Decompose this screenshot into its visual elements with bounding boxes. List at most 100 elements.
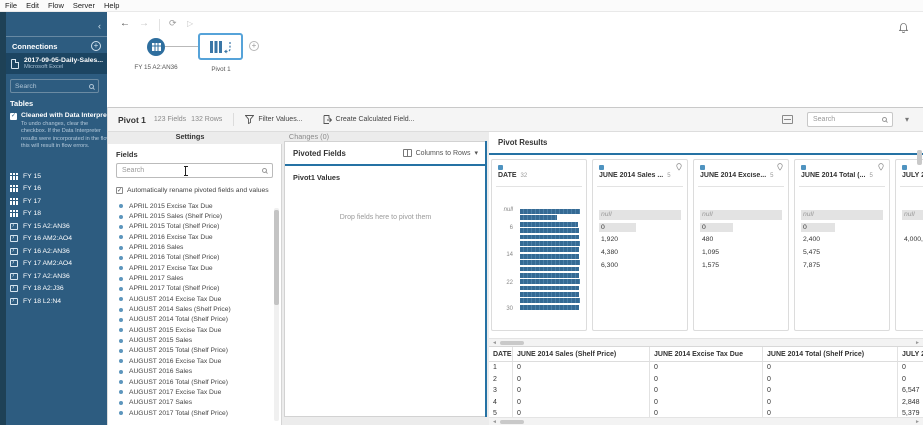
run-flow-icon[interactable]: ▷ [187,19,193,28]
histogram-bar[interactable] [520,241,580,246]
menu-item-file[interactable]: File [5,1,17,10]
card-value-row[interactable]: 0 [700,223,782,233]
grid-header-cell[interactable]: JUNE 2014 Sales (Shelf Price) [513,347,650,362]
auto-rename-checkbox[interactable]: ✓ [116,187,123,194]
histogram-bar[interactable] [520,228,579,233]
table-list-item[interactable]: FY 16 AM2:AO4 [10,233,107,246]
card-value-row[interactable]: 1,095 [700,248,782,258]
histogram-bar[interactable] [520,247,579,252]
field-list-item[interactable]: APRIL 2017 Sales [116,273,273,283]
redo-icon[interactable]: → [139,18,149,29]
field-list-item[interactable]: APRIL 2015 Excise Tax Due [116,201,273,211]
field-list-item[interactable]: AUGUST 2016 Sales [116,367,273,377]
alerts-bell-icon[interactable] [898,22,909,34]
card-value-row[interactable]: 1,575 [700,261,782,271]
pivot-mode-dropdown[interactable]: Columns to Rows ▾ [403,149,478,157]
fields-search-input[interactable]: Search [116,163,273,178]
field-list-item[interactable]: AUGUST 2015 Excise Tax Due [116,325,273,335]
card-value-row[interactable]: 6,300 [599,261,681,271]
field-list-item[interactable]: AUGUST 2014 Total (Shelf Price) [116,315,273,325]
field-list-item[interactable]: AUGUST 2015 Sales [116,335,273,345]
histogram-bar[interactable] [520,279,580,284]
pin-icon[interactable] [777,163,783,171]
collapse-pane-icon[interactable]: ▾ [905,115,909,124]
field-list-item[interactable]: APRIL 2017 Total (Shelf Price) [116,284,273,294]
grid-row[interactable]: 30006,547 [489,385,923,397]
collapse-sidebar-icon[interactable]: ‹ [98,22,101,31]
table-list-item[interactable]: FY 17 [10,195,107,208]
grid-header-cell[interactable]: JUNE 2014 Excise Tax Due [650,347,763,362]
histogram-bar[interactable] [520,254,579,259]
profile-card[interactable]: DATE32null6142230 [491,159,587,331]
profile-search-input[interactable]: Search [807,112,893,127]
table-list-item[interactable]: FY 18 A2:J36 [10,283,107,296]
histogram-bar[interactable] [520,305,579,310]
card-value-row[interactable]: 0 [801,223,883,233]
table-list-item[interactable]: FY 16 A2:AN36 [10,245,107,258]
field-list-item[interactable]: APRIL 2015 Total (Shelf Price) [116,222,273,232]
histogram-bar[interactable] [520,235,579,240]
connection-item[interactable]: 2017-09-05-Daily-Sales... Microsoft Exce… [6,53,107,74]
input-node[interactable] [147,38,165,56]
table-list-item[interactable]: FY 15 [10,170,107,183]
flow-canvas[interactable]: ← → ⟳ ▷ + FY 15 A2:AN36 Pivot 1 [107,12,923,107]
pin-icon[interactable] [878,163,884,171]
table-list-item[interactable]: FY 16 [10,183,107,196]
card-value-row[interactable]: 5,475 [801,248,883,258]
menu-item-edit[interactable]: Edit [26,1,39,10]
drop-zone-hint[interactable]: Drop fields here to pivot them [285,214,486,221]
card-value-row[interactable]: 0 [599,223,681,233]
add-step-button[interactable]: + [249,41,259,51]
field-list-item[interactable]: APRIL 2016 Sales [116,242,273,252]
pin-icon[interactable] [676,163,682,171]
field-list-item[interactable]: AUGUST 2017 Sales [116,398,273,408]
card-value-row[interactable]: 7,875 [801,261,883,271]
field-list-item[interactable]: AUGUST 2014 Excise Tax Due [116,294,273,304]
table-list-item[interactable]: FY 18 L2:N4 [10,295,107,308]
create-calculated-field-button[interactable]: Create Calculated Field... [323,115,415,124]
card-value-row[interactable]: 480 [700,235,782,245]
tab-settings[interactable]: Settings [108,132,272,144]
field-list-item[interactable]: APRIL 2016 Total (Shelf Price) [116,253,273,263]
histogram-bar[interactable] [520,298,580,303]
card-value-row[interactable]: null [700,210,782,220]
table-list-item[interactable]: FY 15 A2:AN36 [10,220,107,233]
histogram-bar[interactable] [520,260,580,265]
fields-scrollbar[interactable] [274,208,279,421]
field-list-item[interactable]: AUGUST 2014 Sales (Shelf Price) [116,304,273,314]
histogram-bar[interactable] [520,215,557,220]
card-value-row[interactable]: 4,380 [599,248,681,258]
menu-item-server[interactable]: Server [73,1,95,10]
histogram-bar[interactable] [520,209,580,214]
grid-horizontal-scrollbar[interactable]: ◄ ► [489,417,923,425]
card-value-row[interactable]: null [801,210,883,220]
histogram-bar[interactable] [520,222,578,227]
grid-row[interactable]: 40002,848 [489,397,923,409]
cards-horizontal-scrollbar[interactable]: ◄ ► [489,338,923,346]
field-list-item[interactable]: AUGUST 2017 Total (Shelf Price) [116,408,273,418]
card-value-row[interactable]: 2,400 [801,235,883,245]
menu-item-flow[interactable]: Flow [48,1,64,10]
add-connection-button[interactable]: + [91,41,101,51]
grid-vertical-scrollbar[interactable] [917,148,922,424]
table-list-item[interactable]: FY 17 A2:AN36 [10,270,107,283]
table-list-item[interactable]: FY 18 [10,208,107,221]
field-list-item[interactable]: AUGUST 2016 Total (Shelf Price) [116,377,273,387]
filter-values-button[interactable]: Filter Values... [245,115,302,124]
grid-header-cell[interactable]: JUNE 2014 Total (Shelf Price) [763,347,898,362]
field-list-item[interactable]: APRIL 2017 Excise Tax Due [116,263,273,273]
field-list-item[interactable]: AUGUST 2017 Excise Tax Due [116,387,273,397]
grid-row[interactable]: 10000 [489,362,923,374]
histogram-bar[interactable] [520,267,579,272]
field-list-item[interactable]: AUGUST 2015 Total (Shelf Price) [116,346,273,356]
profile-card[interactable]: JUNE 2014 Excise...5null04801,0951,575 [693,159,789,331]
profile-card[interactable]: JUNE 2014 Total (...5null02,4005,4757,87… [794,159,890,331]
histogram-bar[interactable] [520,286,579,291]
refresh-icon[interactable]: ⟳ [169,18,177,29]
field-list-item[interactable]: APRIL 2016 Excise Tax Due [116,232,273,242]
histogram-bar[interactable] [520,292,579,297]
card-value-row[interactable]: null [599,210,681,220]
view-toggle-icon[interactable] [782,115,793,124]
menu-item-help[interactable]: Help [104,1,119,10]
grid-row[interactable]: 20000 [489,374,923,386]
